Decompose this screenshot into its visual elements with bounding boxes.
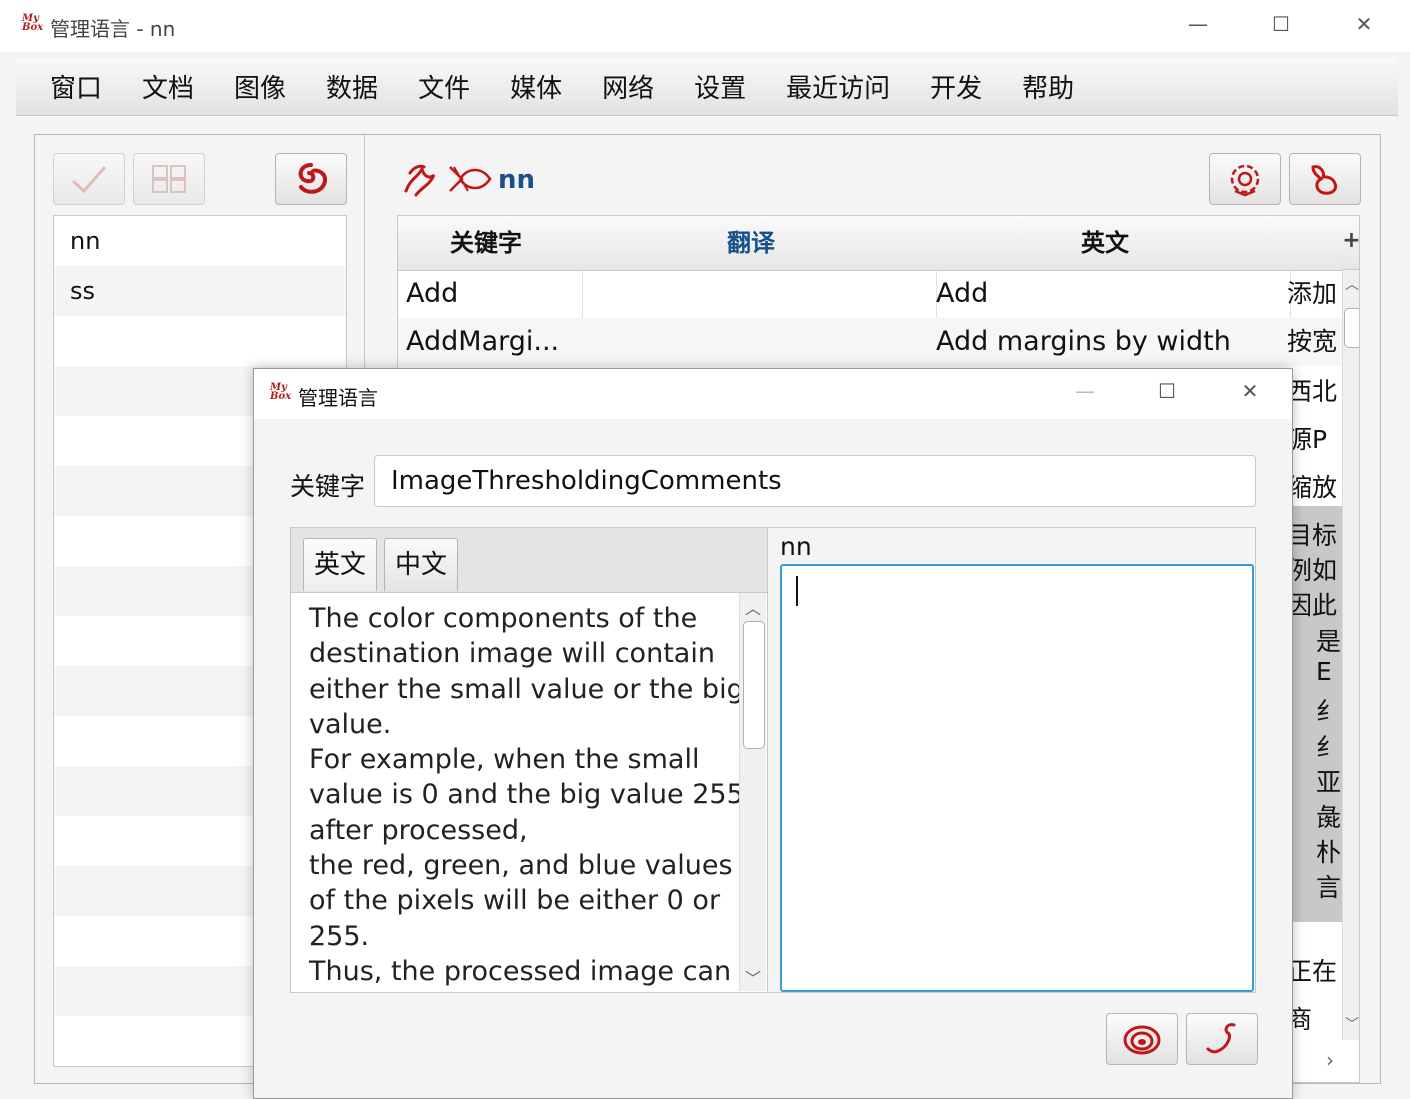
- manage-language-dialog: My Box 管理语言 — ☐ ✕ 关键字 ImageThresholdingCo…: [253, 368, 1293, 1099]
- column-header-english[interactable]: 英文: [928, 216, 1283, 271]
- fish-icon: [446, 163, 492, 195]
- flower-button[interactable]: [1209, 153, 1281, 205]
- menu-help[interactable]: 帮助: [1022, 68, 1074, 105]
- table-cell-english[interactable]: Add: [928, 270, 1291, 318]
- table-cell-fragment: 目标: [1287, 521, 1338, 550]
- dialog-maximize-button[interactable]: ☐: [1147, 379, 1187, 403]
- dialog-close-button[interactable]: ✕: [1230, 379, 1270, 403]
- scroll-up-icon[interactable]: ︿: [1345, 274, 1359, 294]
- scrollbar-thumb[interactable]: [743, 621, 765, 749]
- menu-media[interactable]: 媒体: [510, 68, 562, 105]
- table-cell-fragment: 缩放: [1287, 473, 1338, 502]
- table-cell-fragment: 源P: [1287, 425, 1328, 454]
- delete-button[interactable]: [133, 153, 205, 205]
- table-cell-chinese[interactable]: 添加: [1282, 270, 1347, 318]
- table-cell-fragment: 彘: [1316, 803, 1342, 832]
- menu-window[interactable]: 窗口: [50, 68, 102, 105]
- pattern-icon: [151, 164, 187, 194]
- table-vertical-scrollbar[interactable]: ︿ ﹀: [1342, 270, 1359, 1040]
- table-cell-fragment: 西北: [1287, 377, 1338, 406]
- table-cell-fragment: 朴: [1316, 838, 1342, 867]
- menu-recent[interactable]: 最近访问: [786, 68, 890, 105]
- table-cell-fragment: 商: [1287, 1005, 1313, 1034]
- dialog-minimize-button[interactable]: —: [1065, 379, 1105, 403]
- table-cell-fragment: 例如: [1287, 556, 1338, 585]
- description-tab-pane: 英文 中文 The color components of the destin…: [290, 527, 768, 993]
- table-cell-fragment: 正在: [1287, 957, 1338, 986]
- text-cursor: [796, 576, 798, 606]
- description-scrollbar[interactable]: ︿ ﹀: [739, 593, 766, 991]
- column-header-chinese[interactable]: [1282, 216, 1342, 271]
- menu-settings[interactable]: 设置: [694, 68, 746, 105]
- close-button[interactable]: ✕: [1344, 12, 1384, 36]
- dialog-title: 管理语言: [298, 386, 378, 410]
- menu-bar: 窗口 文档 图像 数据 文件 媒体 网络 设置 最近访问 开发 帮助: [16, 58, 1398, 116]
- refresh-button[interactable]: [275, 153, 347, 205]
- add-column-button[interactable]: +: [1342, 216, 1359, 270]
- menu-development[interactable]: 开发: [930, 68, 982, 105]
- curl-icon: [1204, 1021, 1240, 1057]
- scrollbar-thumb[interactable]: [1344, 308, 1359, 348]
- check-icon: [69, 163, 109, 195]
- menu-image[interactable]: 图像: [234, 68, 286, 105]
- column-header-translation[interactable]: 翻译: [574, 216, 929, 271]
- keyword-label: 关键字: [290, 472, 366, 501]
- table-cell-chinese[interactable]: 按宽: [1282, 318, 1347, 366]
- dialog-title-bar: My Box 管理语言 — ☐ ✕: [254, 369, 1292, 419]
- table-cell-key[interactable]: Add: [398, 270, 583, 318]
- curl-button[interactable]: [1186, 1013, 1258, 1065]
- menu-document[interactable]: 文档: [142, 68, 194, 105]
- cloud-swirl-icon: [293, 161, 329, 197]
- scroll-down-icon[interactable]: ﹀: [745, 965, 761, 989]
- minimize-button[interactable]: —: [1178, 12, 1218, 36]
- translation-label: nn: [780, 532, 812, 561]
- gourd-button[interactable]: [1289, 153, 1361, 205]
- swirl-button[interactable]: [1106, 1013, 1178, 1065]
- dialog-logo: My Box: [270, 382, 292, 402]
- table-cell-fragment: 纟: [1316, 733, 1342, 762]
- table-cell-fragment: 纟: [1316, 697, 1342, 726]
- keyword-field[interactable]: ImageThresholdingComments: [374, 455, 1256, 507]
- gourd-icon: [1307, 161, 1343, 197]
- column-header-key[interactable]: 关键字: [398, 216, 575, 271]
- menu-network[interactable]: 网络: [602, 68, 654, 105]
- app-logo: My Box: [22, 13, 44, 33]
- window-title: 管理语言 - nn: [50, 17, 176, 41]
- scroll-right-icon[interactable]: ›: [1326, 1048, 1334, 1072]
- table-cell-fragment: 是: [1316, 627, 1342, 656]
- menu-file[interactable]: 文件: [418, 68, 470, 105]
- description-text[interactable]: The color components of the destination …: [291, 593, 767, 989]
- language-name-label: nn: [498, 165, 536, 195]
- spiral-icon: [1122, 1022, 1162, 1056]
- tab-chinese[interactable]: 中文: [384, 538, 459, 591]
- flower-icon: [1225, 161, 1265, 197]
- table-cell-fragment: 亚: [1316, 768, 1342, 797]
- window-title-bar: My Box 管理语言 - nn — ☐ ✕: [0, 0, 1410, 52]
- table-cell-fragment: 因此: [1287, 591, 1338, 620]
- translation-textarea[interactable]: [780, 564, 1254, 992]
- description-area[interactable]: The color components of the destination …: [291, 592, 767, 992]
- phoenix-icon: [400, 161, 438, 197]
- table-cell-fragment: E: [1316, 657, 1332, 686]
- table-cell-translation[interactable]: [574, 270, 937, 318]
- empty-row: [54, 316, 346, 366]
- scroll-up-icon[interactable]: ︿: [745, 595, 761, 619]
- tab-english[interactable]: 英文: [303, 538, 378, 591]
- maximize-button[interactable]: ☐: [1261, 12, 1301, 36]
- translation-pane: nn: [768, 527, 1256, 993]
- menu-data[interactable]: 数据: [326, 68, 378, 105]
- ok-button[interactable]: [53, 153, 125, 205]
- table-cell-key[interactable]: AddMargi...: [398, 318, 583, 366]
- list-item[interactable]: ss: [54, 266, 346, 316]
- scroll-down-icon[interactable]: ﹀: [1345, 1014, 1359, 1034]
- table-cell-translation[interactable]: [574, 318, 937, 366]
- table-cell-english[interactable]: Add margins by width: [928, 318, 1291, 366]
- list-item[interactable]: nn: [54, 216, 346, 266]
- table-cell-fragment: 言: [1316, 873, 1342, 902]
